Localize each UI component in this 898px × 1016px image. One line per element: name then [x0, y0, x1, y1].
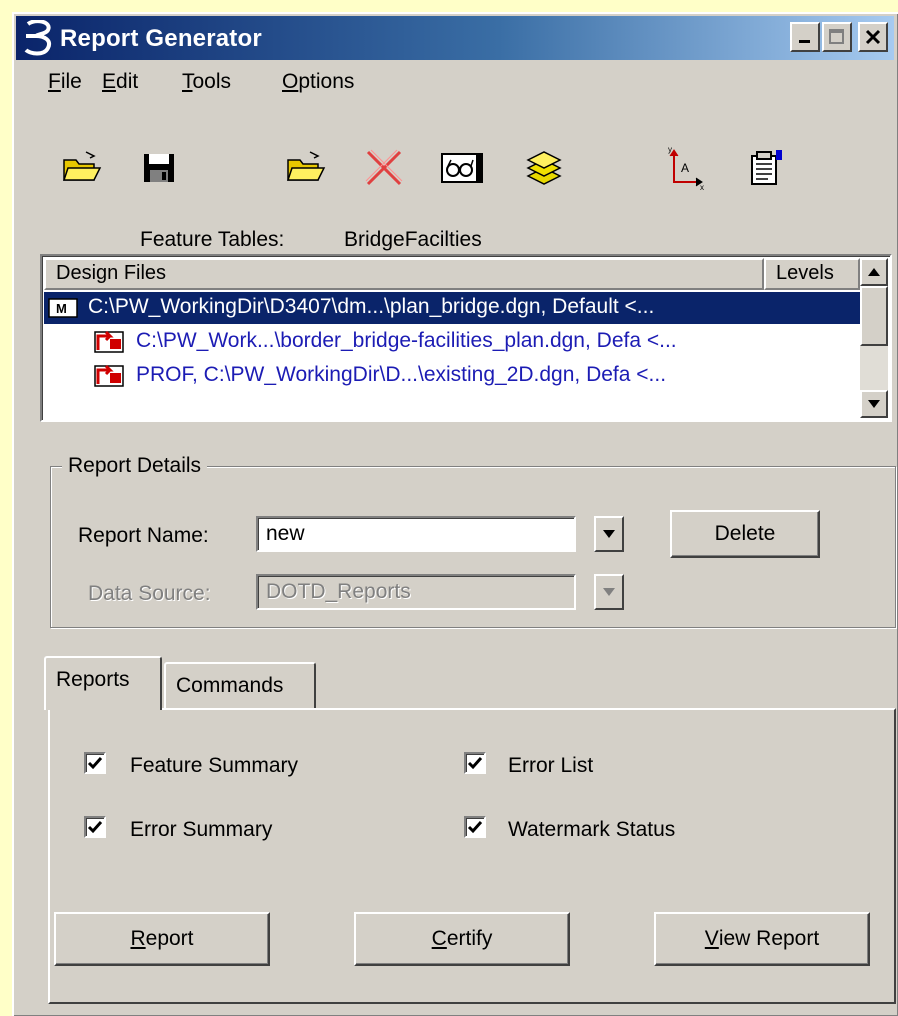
menu-file[interactable]: File — [48, 70, 82, 94]
error-list-checkbox[interactable] — [464, 752, 486, 774]
view-report-button-mnemonic: V — [704, 927, 719, 950]
feature-summary-checkbox[interactable] — [84, 752, 106, 774]
glasses-view-icon — [441, 153, 483, 183]
vertical-scrollbar[interactable] — [860, 258, 888, 418]
report-generator-window: Report Generator File Edit Tools Options — [12, 12, 898, 1016]
preview-button[interactable] — [440, 146, 484, 190]
delete-button[interactable]: Delete — [670, 510, 820, 558]
view-report-button[interactable]: View Report — [654, 912, 870, 966]
report-button[interactable]: Report — [54, 912, 270, 966]
properties-button[interactable] — [744, 146, 788, 190]
column-header-design-files[interactable]: Design Files — [44, 258, 764, 290]
arrow-down-icon — [868, 400, 880, 408]
svg-text:x: x — [700, 183, 704, 190]
minimize-icon — [799, 40, 810, 43]
tab-reports[interactable]: Reports — [44, 656, 162, 710]
watermark-status-checkbox[interactable] — [464, 816, 486, 838]
coordinates-button[interactable]: A x y — [664, 146, 708, 190]
tab-commands[interactable]: Commands — [164, 662, 316, 710]
error-summary-checkbox[interactable] — [84, 816, 106, 838]
report-name-value: new — [266, 522, 305, 545]
menu-bar: File Edit Tools Options — [16, 64, 894, 100]
list-item[interactable]: PROF, C:\PW_WorkingDir\D...\existing_2D.… — [44, 360, 864, 392]
remove-button[interactable] — [362, 146, 406, 190]
delete-button-label: Delete — [714, 522, 776, 545]
reference-file-icon — [94, 330, 124, 353]
layers-icon — [526, 151, 562, 185]
feature-tables-label: Feature Tables: — [140, 228, 285, 251]
error-list-label: Error List — [508, 754, 594, 777]
error-summary-label: Error Summary — [130, 818, 273, 841]
check-icon — [467, 821, 483, 834]
title-bar[interactable]: Report Generator — [16, 16, 894, 60]
report-details-title: Report Details — [62, 454, 208, 478]
list-item[interactable]: M C:\PW_WorkingDir\D3407\dm...\plan_brid… — [44, 292, 864, 324]
data-source-dropdown-button[interactable] — [594, 574, 624, 610]
list-item[interactable]: C:\PW_Work...\border_bridge-facilities_p… — [44, 326, 864, 358]
menu-edit-label: Edit — [102, 70, 139, 93]
check-icon — [467, 757, 483, 770]
open-report-button[interactable] — [284, 146, 328, 190]
window-title: Report Generator — [60, 25, 262, 52]
svg-text:M: M — [56, 301, 67, 316]
open-icon — [286, 151, 326, 181]
delete-x-icon — [365, 149, 403, 186]
scroll-down-button[interactable] — [860, 390, 888, 418]
menu-file-label: File — [48, 70, 82, 93]
arrow-up-icon — [868, 268, 880, 276]
save-icon — [144, 154, 174, 182]
properties-icon — [751, 150, 782, 185]
design-file-path: C:\PW_WorkingDir\D3407\dm...\plan_bridge… — [88, 295, 655, 318]
open-folder-icon — [62, 151, 102, 181]
data-source-label: Data Source: — [88, 582, 211, 605]
certify-button-label: ertify — [446, 927, 493, 950]
design-files-list[interactable]: Design Files Levels M C:\PW_WorkingDir\D… — [40, 254, 892, 422]
report-name-dropdown-button[interactable] — [594, 516, 624, 552]
view-report-button-label: iew Report — [718, 927, 820, 950]
maximize-icon — [829, 29, 844, 44]
report-name-label: Report Name: — [78, 524, 209, 547]
report-button-label: eport — [145, 927, 194, 950]
report-name-input[interactable]: new — [256, 516, 576, 552]
minimize-button[interactable] — [790, 22, 820, 52]
report-button-mnemonic: R — [130, 927, 146, 950]
check-icon — [87, 757, 103, 770]
column-header-label: Levels — [776, 262, 834, 284]
app-logo-icon — [24, 20, 51, 56]
tab-reports-label: Reports — [56, 668, 130, 691]
menu-options[interactable]: Options — [282, 70, 354, 94]
levels-button[interactable] — [522, 146, 566, 190]
menu-tools[interactable]: Tools — [182, 70, 231, 94]
feature-tables-value: BridgeFacilties — [344, 228, 482, 251]
master-model-icon: M — [48, 298, 78, 318]
certify-button-mnemonic: C — [431, 927, 447, 950]
check-icon — [87, 821, 103, 834]
chevron-down-icon — [603, 588, 615, 596]
maximize-button[interactable] — [822, 22, 852, 52]
scroll-thumb[interactable] — [860, 286, 888, 346]
close-button[interactable] — [858, 22, 888, 52]
reference-file-icon — [94, 364, 124, 387]
watermark-status-label: Watermark Status — [508, 818, 676, 841]
column-header-levels[interactable]: Levels — [764, 258, 860, 290]
data-source-input[interactable]: DOTD_Reports — [256, 574, 576, 610]
column-header-label: Design Files — [56, 262, 167, 284]
axis-coordinates-icon: A x y — [668, 146, 704, 190]
menu-options-label: Options — [282, 70, 355, 93]
design-file-path: C:\PW_Work...\border_bridge-facilities_p… — [136, 329, 677, 352]
save-button[interactable] — [138, 146, 182, 190]
close-icon — [865, 29, 881, 45]
open-file-button[interactable] — [60, 146, 104, 190]
scroll-up-button[interactable] — [860, 258, 888, 286]
design-file-path: PROF, C:\PW_WorkingDir\D...\existing_2D.… — [136, 363, 667, 386]
svg-text:A: A — [681, 161, 689, 175]
feature-summary-label: Feature Summary — [130, 754, 299, 777]
menu-edit[interactable]: Edit — [102, 70, 138, 94]
svg-text:y: y — [668, 146, 672, 154]
certify-button[interactable]: Certify — [354, 912, 570, 966]
tab-commands-label: Commands — [176, 674, 284, 697]
chevron-down-icon — [603, 530, 615, 538]
menu-tools-label: Tools — [182, 70, 232, 93]
data-source-value: DOTD_Reports — [266, 580, 411, 603]
